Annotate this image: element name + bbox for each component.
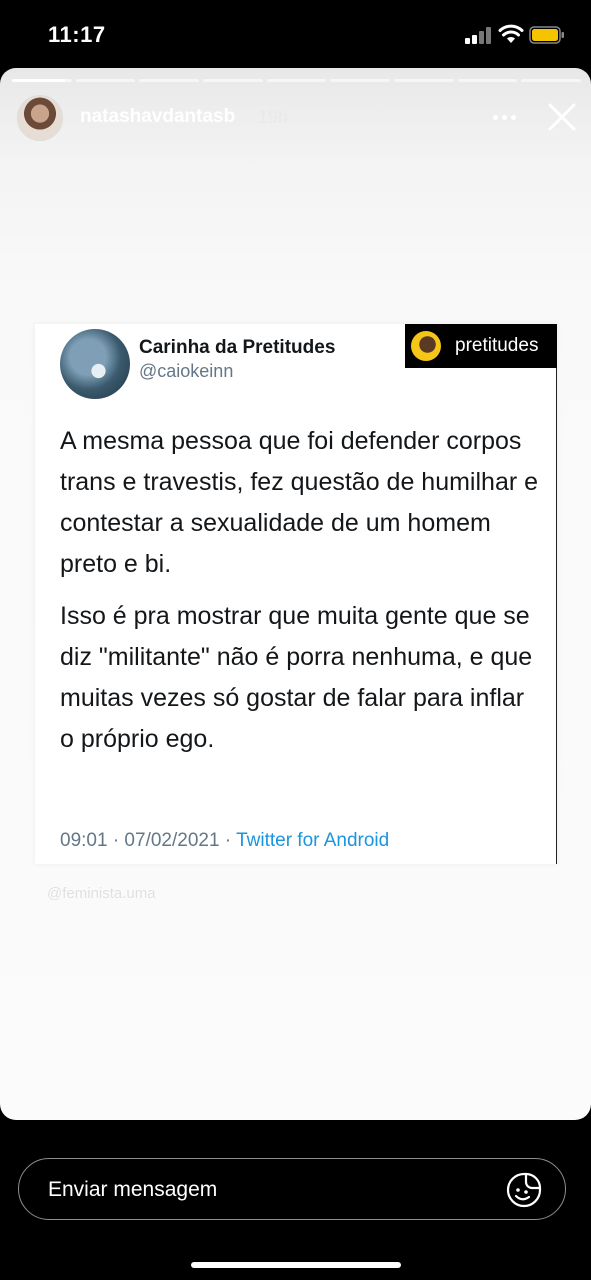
sticker-icon[interactable] <box>505 1171 543 1209</box>
tweet-card: Carinha da Pretitudes @caiokeinn pretitu… <box>35 324 557 864</box>
tweet-timestamp: 09:01 · 07/02/2021 · <box>60 830 232 851</box>
progress-segment <box>330 79 391 82</box>
tweet-paragraph: Isso é pra mostrar que muita gente que s… <box>60 602 533 753</box>
status-bar: 11:17 <box>0 0 591 68</box>
story-progress-bar <box>12 79 582 82</box>
wifi-icon <box>498 24 524 43</box>
close-icon[interactable] <box>547 102 577 132</box>
pretitudes-badge: pretitudes <box>405 324 557 368</box>
story-viewer[interactable]: natashavdantasb 19h Carinha da Pretitude… <box>0 68 591 1120</box>
progress-segment <box>12 79 72 82</box>
progress-segment <box>394 79 454 82</box>
pretitudes-logo-icon <box>411 331 441 361</box>
badge-text: pretitudes <box>455 335 539 356</box>
story-username[interactable]: natashavdantasb <box>80 106 235 128</box>
progress-segment <box>203 79 263 82</box>
cellular-signal-icon <box>465 27 493 44</box>
battery-icon <box>529 26 564 44</box>
tweet-source: Twitter for Android <box>236 830 390 851</box>
tweet-meta: 09:01 · 07/02/2021 · Twitter for Android <box>60 830 389 852</box>
message-placeholder: Enviar mensagem <box>48 1178 218 1201</box>
tweet-author-handle: @caiokeinn <box>139 361 234 381</box>
story-time-ago: 19h <box>258 107 289 127</box>
progress-segment <box>139 79 200 82</box>
send-message-input[interactable]: Enviar mensagem <box>18 1158 566 1220</box>
more-options-icon[interactable] <box>493 108 519 126</box>
home-indicator[interactable] <box>191 1262 401 1268</box>
tweet-author-avatar <box>60 329 130 399</box>
tweet-author-name: Carinha da Pretitudes <box>139 337 336 358</box>
progress-segment <box>457 79 518 82</box>
watermark: @feminista.uma <box>47 885 156 902</box>
status-time: 11:17 <box>48 22 106 47</box>
user-avatar[interactable] <box>17 95 63 141</box>
progress-segment <box>266 79 327 82</box>
progress-segment <box>521 79 582 82</box>
tweet-paragraph: A mesma pessoa que foi defender corpos t… <box>60 427 539 578</box>
progress-segment <box>75 79 136 82</box>
